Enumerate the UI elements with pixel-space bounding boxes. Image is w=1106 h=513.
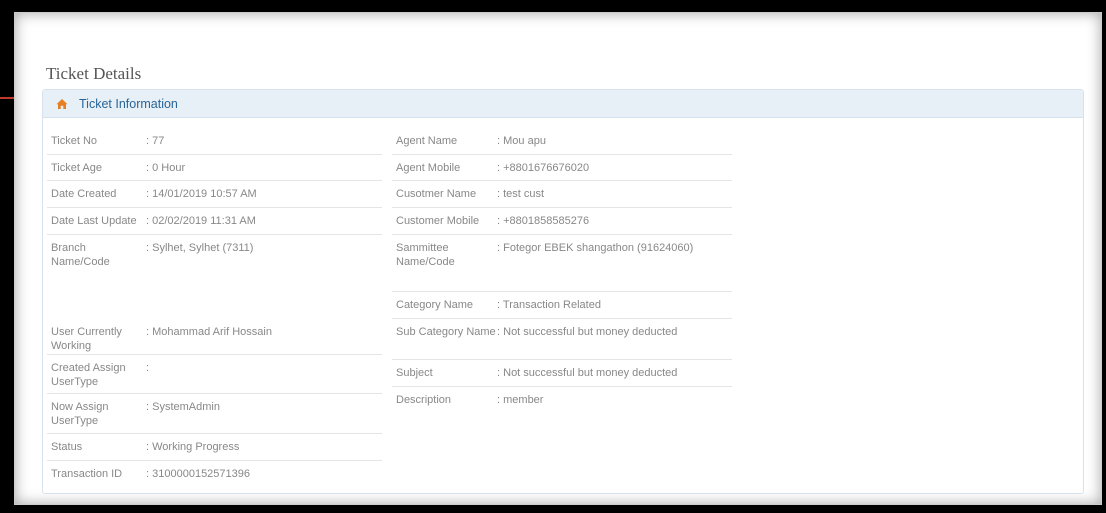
field-value: Sylhet, Sylhet (7311) xyxy=(146,241,382,319)
right-field-list: Agent Name Mou apu Agent Mobile +880167667… xyxy=(392,128,732,414)
field-value: 77 xyxy=(146,134,382,154)
field-label: Category Name xyxy=(396,299,474,311)
field-row-sammittee: Sammittee Name/Code Fotegor EBEK shangath… xyxy=(392,235,732,292)
field-value: 3100000152571396 xyxy=(146,467,382,488)
ticket-information-panel: Ticket Information Ticket No 77 Ticket Ag… xyxy=(42,89,1084,494)
field-value: 0 Hour xyxy=(146,161,382,180)
field-row-agent-mobile: Agent Mobile +8801676676020 xyxy=(392,155,732,181)
field-label: Agent Mobile xyxy=(396,162,461,174)
home-icon xyxy=(56,98,68,110)
panel-title: Ticket Information xyxy=(79,96,178,111)
field-label: Ticket Age xyxy=(51,162,102,174)
field-row-transaction-id: Transaction ID 3100000152571396 xyxy=(47,461,382,488)
field-label: Status xyxy=(51,441,83,453)
field-label: Sub Category Name xyxy=(396,326,496,338)
field-label: Agent Name xyxy=(396,135,458,147)
field-value: Mohammad Arif Hossain xyxy=(146,325,382,354)
field-value: SystemAdmin xyxy=(146,400,382,433)
field-row-subject: Subject Not successful but money deducted xyxy=(392,360,732,387)
field-value: member xyxy=(497,393,732,414)
field-value xyxy=(146,361,382,393)
field-label: Cusotmer Name xyxy=(396,188,477,200)
field-row-customer-mobile: Customer Mobile +8801858585276 xyxy=(392,208,732,235)
field-row-sub-category-name: Sub Category NameNot successful but mone… xyxy=(392,319,732,360)
field-label: Branch Name/Code xyxy=(51,242,110,268)
field-value: 02/02/2019 11:31 AM xyxy=(146,214,382,234)
field-row-description: Description member xyxy=(392,387,732,414)
field-value: +8801858585276 xyxy=(497,214,732,234)
field-label: Date Last Update xyxy=(51,215,137,227)
field-row-date-last-update: Date Last Update 02/02/2019 11:31 AM xyxy=(47,208,382,235)
field-row-date-created: Date Created 14/01/2019 10:57 AM xyxy=(47,181,382,208)
field-row-created-assign-usertype: Created Assign UserType xyxy=(47,355,382,394)
field-label: Date Created xyxy=(51,188,117,200)
field-value: test cust xyxy=(497,187,732,207)
field-row-status: Status Working Progress xyxy=(47,434,382,461)
field-value: Fotegor EBEK shangathon (91624060) xyxy=(497,241,732,291)
page-title: Ticket Details xyxy=(46,64,142,83)
field-row-category-name: Category Name Transaction Related xyxy=(392,292,732,319)
field-row-ticket-age: Ticket Age 0 Hour xyxy=(47,155,382,181)
field-row-now-assign-usertype: Now Assign UserType SystemAdmin xyxy=(47,394,382,434)
field-label: Subject xyxy=(396,367,433,379)
field-value: Not successful but money deducted xyxy=(497,325,732,359)
field-value: Working Progress xyxy=(146,440,382,460)
field-value: Transaction Related xyxy=(497,298,732,318)
field-label: Transaction ID xyxy=(51,468,123,480)
field-label: Customer Mobile xyxy=(396,215,480,227)
field-row-customer-name: Cusotmer Name test cust xyxy=(392,181,732,208)
field-value: Not successful but money deducted xyxy=(497,366,732,386)
field-label: Sammittee Name/Code xyxy=(396,242,455,268)
field-label: Description xyxy=(396,394,452,406)
field-label: Ticket No xyxy=(51,135,98,147)
panel-heading: Ticket Information xyxy=(43,90,1083,118)
field-row-branch: Branch Name/Code Sylhet, Sylhet (7311) xyxy=(47,235,382,319)
field-row-ticket-no: Ticket No 77 xyxy=(47,128,382,155)
field-label: User Currently Working xyxy=(51,326,122,352)
field-row-agent-name: Agent Name Mou apu xyxy=(392,128,732,155)
field-value: Mou apu xyxy=(497,134,732,154)
field-label: Created Assign UserType xyxy=(51,362,126,388)
left-field-list: Ticket No 77 Ticket Age 0 Hour Date Create… xyxy=(47,128,382,488)
field-row-user-currently-working: User Currently Working Mohammad Arif Hoss… xyxy=(47,319,382,355)
field-label: Now Assign UserType xyxy=(51,401,109,427)
field-value: +8801676676020 xyxy=(497,161,732,180)
field-value: 14/01/2019 10:57 AM xyxy=(146,187,382,207)
